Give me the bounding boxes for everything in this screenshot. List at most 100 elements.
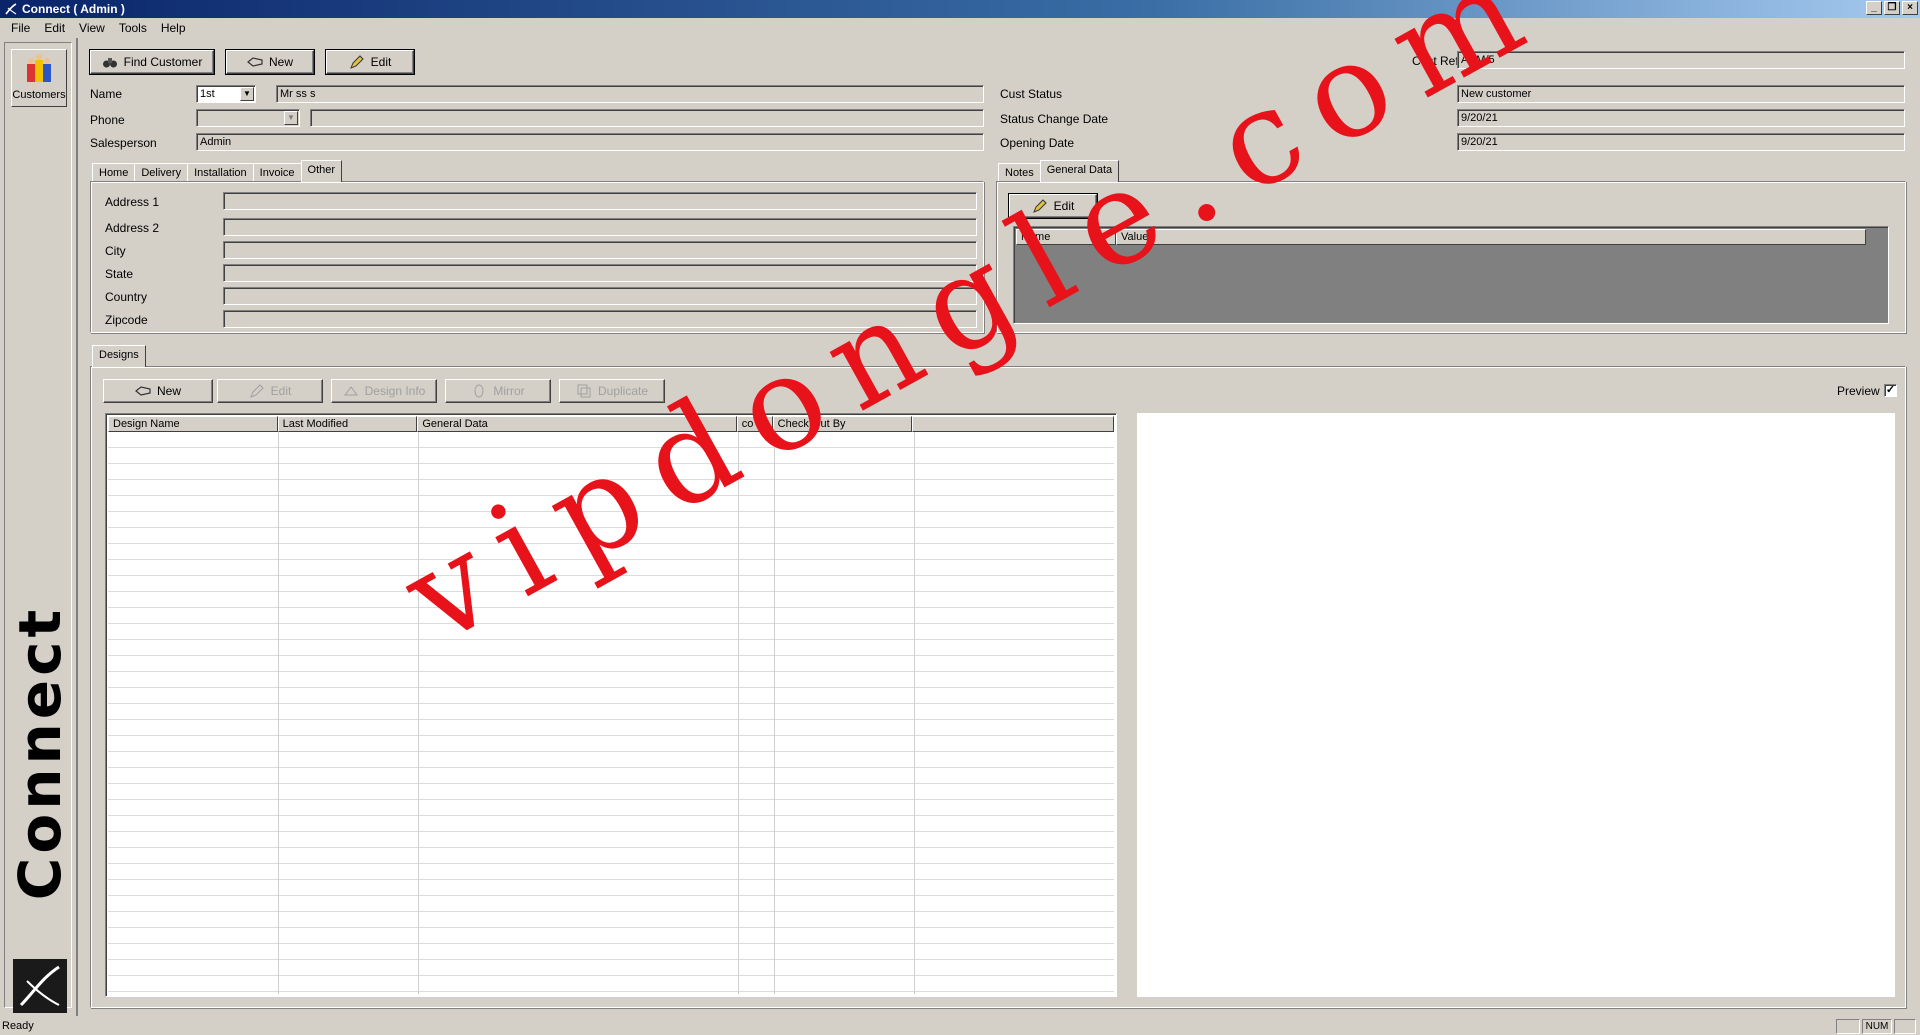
new-icon xyxy=(247,57,263,67)
edit-customer-label: Edit xyxy=(370,55,392,69)
design-mirror-button[interactable]: Mirror xyxy=(445,379,551,403)
pencil-icon xyxy=(1032,199,1047,213)
column-co[interactable]: co xyxy=(736,416,773,432)
design-info-icon xyxy=(343,386,358,396)
menu-help[interactable]: Help xyxy=(154,18,193,38)
preview-checkbox[interactable]: ✓ xyxy=(1884,384,1897,397)
phone-type-dropdown-icon[interactable]: ▼ xyxy=(284,111,298,125)
cust-status-field[interactable]: New customer xyxy=(1457,85,1905,103)
column-extra[interactable] xyxy=(912,416,1114,432)
tab-notes[interactable]: Notes xyxy=(998,163,1041,182)
tab-other[interactable]: Other xyxy=(300,160,343,182)
left-sidebar: Customers Connect xyxy=(0,38,78,1016)
brand-logo-icon xyxy=(13,959,67,1013)
title-dropdown-icon[interactable]: ▼ xyxy=(240,87,254,101)
menu-edit[interactable]: Edit xyxy=(37,18,72,38)
designs-grid[interactable]: Design Name Last Modified General Data c… xyxy=(105,413,1117,997)
menu-tools[interactable]: Tools xyxy=(112,18,154,38)
address2-field[interactable] xyxy=(223,218,977,236)
design-mirror-label: Mirror xyxy=(493,384,525,398)
new-icon xyxy=(135,386,151,396)
find-customer-button[interactable]: Find Customer xyxy=(89,49,215,75)
app-logo-icon xyxy=(5,3,17,15)
menu-file[interactable]: File xyxy=(4,18,37,38)
window-controls: _ ❐ × xyxy=(1866,1,1918,15)
tab-designs[interactable]: Designs xyxy=(92,345,146,367)
new-customer-button[interactable]: New xyxy=(225,49,315,75)
status-change-date-label: Status Change Date xyxy=(1000,112,1109,126)
menu-bar: File Edit View Tools Help xyxy=(0,18,1920,38)
restore-button[interactable]: ❐ xyxy=(1884,1,1900,15)
state-field[interactable] xyxy=(223,264,977,282)
cust-ref-field[interactable]: ADM/5 xyxy=(1457,51,1905,69)
column-value[interactable]: Value xyxy=(1116,229,1866,245)
main-area: Find Customer New Edit Name 1st ▼ Mr ss … xyxy=(80,38,1918,1016)
address1-field[interactable] xyxy=(223,192,977,210)
grid-divider xyxy=(774,432,775,994)
binoculars-icon xyxy=(102,58,117,68)
phone-field[interactable] xyxy=(310,109,984,127)
salesperson-field[interactable]: Admin xyxy=(196,133,984,151)
window-title: Connect ( Admin ) xyxy=(22,2,125,16)
new-customer-label: New xyxy=(268,55,293,69)
grid-divider xyxy=(738,432,739,994)
name-label: Name xyxy=(90,87,123,101)
customers-icon xyxy=(27,54,51,82)
menu-view[interactable]: View xyxy=(72,18,112,38)
general-data-grid[interactable]: Name Value xyxy=(1013,226,1889,324)
column-general-data[interactable]: General Data xyxy=(417,416,737,432)
design-info-label: Design Info xyxy=(364,384,426,398)
column-check-out-by[interactable]: Check Out By xyxy=(772,416,913,432)
num-lock-indicator: NUM xyxy=(1862,1019,1892,1034)
brand-text: Connect xyxy=(6,605,74,901)
country-label: Country xyxy=(105,290,148,304)
general-data-panel: Edit Name Value xyxy=(996,181,1906,333)
designs-grid-rows[interactable] xyxy=(108,432,1114,994)
grid-divider xyxy=(418,432,419,994)
tab-general-data[interactable]: General Data xyxy=(1039,160,1120,182)
minimize-button[interactable]: _ xyxy=(1866,1,1882,15)
design-edit-button[interactable]: Edit xyxy=(217,379,323,403)
tab-installation[interactable]: Installation xyxy=(187,163,254,182)
zipcode-field[interactable] xyxy=(223,310,977,328)
general-data-edit-button[interactable]: Edit xyxy=(1008,193,1098,219)
close-button[interactable]: × xyxy=(1902,1,1918,15)
designs-tabs: Designs xyxy=(92,345,146,367)
design-new-label: New xyxy=(156,384,181,398)
preview-label: Preview xyxy=(1837,384,1880,398)
nav-customers-button[interactable]: Customers xyxy=(11,49,67,107)
sidebar-panel: Customers Connect xyxy=(4,42,74,1013)
find-customer-label: Find Customer xyxy=(123,55,203,69)
vertical-brand: Connect xyxy=(6,533,74,973)
design-duplicate-button[interactable]: Duplicate xyxy=(559,379,665,403)
pencil-icon xyxy=(349,55,364,69)
design-new-button[interactable]: New xyxy=(103,379,213,403)
phone-label: Phone xyxy=(90,113,125,127)
edit-customer-button[interactable]: Edit xyxy=(325,49,415,75)
status-change-date-field[interactable]: 9/20/21 xyxy=(1457,109,1905,127)
title-select[interactable]: 1st ▼ xyxy=(196,85,256,103)
phone-type-select[interactable]: ▼ xyxy=(196,109,300,127)
name-field[interactable]: Mr ss s xyxy=(276,85,984,103)
cust-ref-label: Cust Ref xyxy=(1412,54,1459,68)
general-data-grid-header: Name Value xyxy=(1016,229,1886,245)
salesperson-label: Salesperson xyxy=(90,136,157,150)
tab-delivery[interactable]: Delivery xyxy=(134,163,189,182)
column-design-name[interactable]: Design Name xyxy=(108,416,278,432)
design-info-button[interactable]: Design Info xyxy=(331,379,437,403)
column-name[interactable]: Name xyxy=(1016,229,1116,245)
city-field[interactable] xyxy=(223,241,977,259)
mirror-icon xyxy=(474,384,484,398)
tab-invoice[interactable]: Invoice xyxy=(252,163,302,182)
opening-date-field[interactable]: 9/20/21 xyxy=(1457,133,1905,151)
country-field[interactable] xyxy=(223,287,977,305)
column-last-modified[interactable]: Last Modified xyxy=(277,416,418,432)
status-panel-empty xyxy=(1836,1019,1860,1034)
design-edit-label: Edit xyxy=(270,384,292,398)
title-value: 1st xyxy=(200,88,215,100)
cust-status-label: Cust Status xyxy=(1000,87,1063,101)
tab-home[interactable]: Home xyxy=(92,163,136,182)
status-bar: Ready NUM xyxy=(0,1018,1920,1035)
state-label: State xyxy=(105,267,134,281)
grid-divider xyxy=(914,432,915,994)
